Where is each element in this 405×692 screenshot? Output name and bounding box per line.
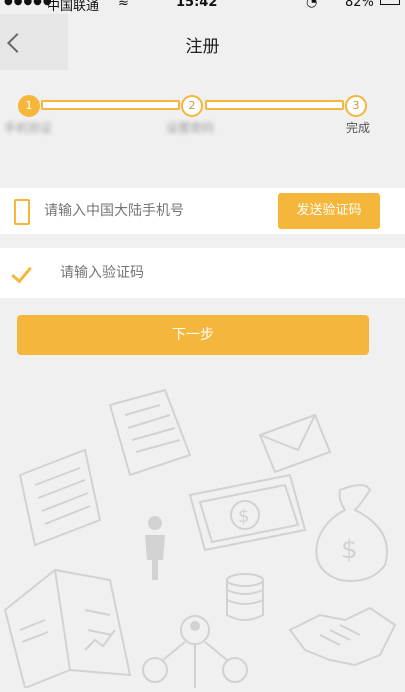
step-connector-2 — [205, 100, 344, 110]
step-3-circle: 3 — [345, 95, 367, 117]
money-bag-icon: $ — [315, 484, 388, 582]
step-2-label: 设置密码 — [166, 121, 215, 135]
phone-input-row: 发送验证码 — [0, 188, 405, 234]
banknotes-icon: $ — [188, 473, 307, 552]
signal-strength-icon: ●●●●● — [4, 0, 53, 7]
step-1-circle: 1 — [18, 95, 40, 117]
verification-code-input[interactable] — [60, 260, 360, 286]
coin-stack-icon — [226, 573, 264, 621]
status-bar: ●●●●● 中国联通 ≋ 15:42 ◔ 82% — [0, 0, 405, 14]
open-book-icon — [3, 568, 132, 690]
document-icon — [108, 388, 192, 477]
envelope-icon — [258, 413, 332, 474]
status-time: 15:42 — [176, 0, 218, 10]
step-indicator: 1 2 3 手机验证 设置密码 完成 — [0, 92, 405, 142]
next-step-button[interactable]: 下一步 — [17, 315, 369, 355]
handshake-icon — [288, 606, 397, 667]
battery-level: 82% — [345, 0, 374, 10]
step-2-circle: 2 — [181, 95, 203, 117]
wifi-icon: ≋ — [118, 0, 129, 10]
nav-bar: 注册 — [0, 14, 405, 70]
send-code-button[interactable]: 发送验证码 — [278, 193, 380, 229]
finance-doodles-illustration: $ $ — [3, 388, 397, 690]
battery-icon — [380, 0, 400, 5]
phone-number-input[interactable] — [44, 198, 264, 224]
step-3-label: 完成 — [346, 121, 371, 135]
svg-text:$: $ — [238, 506, 249, 527]
step-connector-1 — [41, 100, 180, 110]
notepad-icon — [18, 448, 102, 547]
person-icon — [145, 516, 165, 580]
step-1-label: 手机验证 — [4, 121, 53, 135]
checkmark-icon — [11, 261, 32, 284]
verification-code-row — [0, 248, 405, 298]
background-illustration: $ $ — [0, 380, 405, 690]
rotation-lock-icon: ◔ — [306, 0, 318, 10]
carrier-name: 中国联通 — [47, 0, 100, 14]
page-title: 注册 — [185, 37, 220, 57]
svg-text:$: $ — [341, 535, 358, 565]
network-icon — [142, 615, 248, 688]
phone-icon — [14, 199, 30, 225]
